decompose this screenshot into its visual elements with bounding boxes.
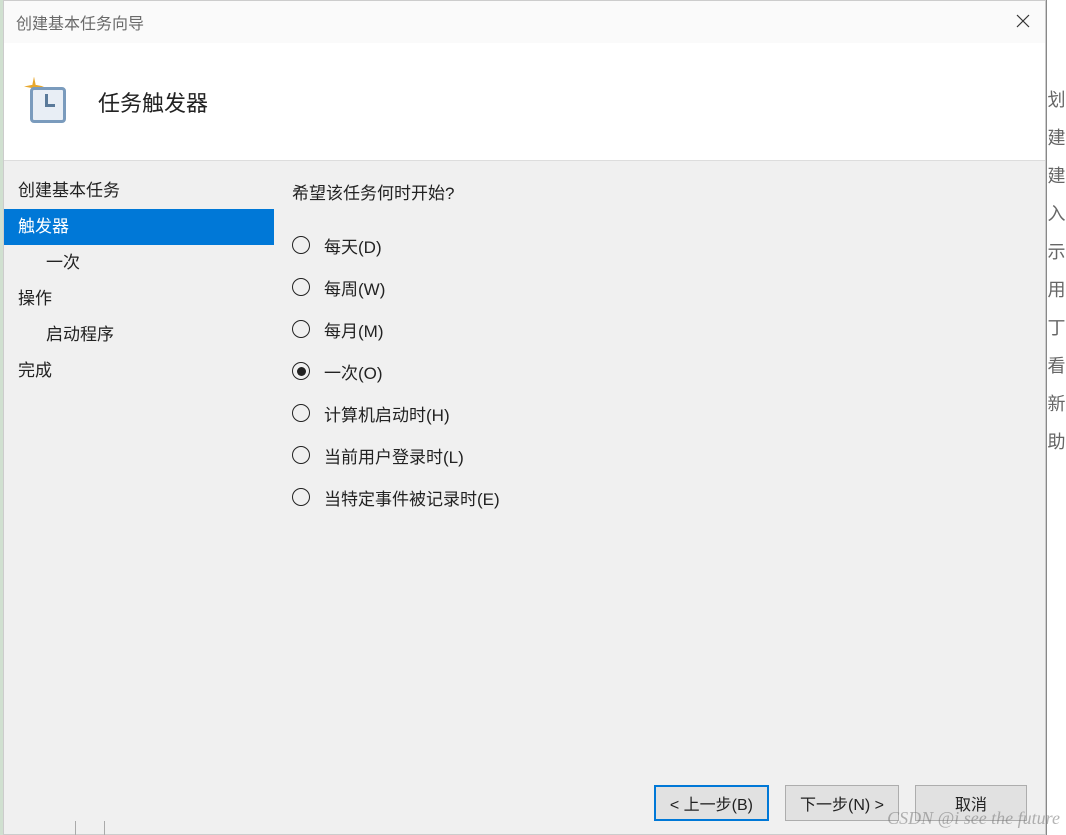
radio-icon — [292, 320, 310, 338]
option-label: 计算机启动时(H) — [324, 401, 450, 426]
option-label: 每天(D) — [324, 233, 382, 258]
wizard-dialog: 创建基本任务向导 任务触发器 创建基本任务触发器一次操作启动程序完成 希望该任务… — [3, 0, 1046, 835]
partial-text: 丁 — [1047, 308, 1066, 346]
titlebar: 创建基本任务向导 — [4, 1, 1045, 43]
close-button[interactable] — [1009, 9, 1037, 33]
close-icon — [1016, 14, 1030, 28]
partial-text: 入 — [1047, 194, 1066, 232]
trigger-option[interactable]: 每月(M) — [292, 308, 1029, 350]
trigger-option[interactable]: 一次(O) — [292, 350, 1029, 392]
window-title: 创建基本任务向导 — [16, 10, 144, 34]
option-label: 当特定事件被记录时(E) — [324, 485, 500, 510]
partial-text: 看 — [1047, 346, 1066, 384]
radio-icon — [292, 236, 310, 254]
option-label: 一次(O) — [324, 359, 383, 384]
task-scheduler-icon — [26, 79, 72, 125]
next-button[interactable]: 下一步(N) > — [785, 785, 899, 821]
partial-text: 用 — [1047, 270, 1066, 308]
ruler-tick — [75, 821, 105, 835]
trigger-options-group: 每天(D) 每周(W) 每月(M) 一次(O) 计算机启动时(H) 当前用户登录时(L) 当… — [292, 224, 1029, 518]
option-label: 当前用户登录时(L) — [324, 443, 464, 468]
partial-text: 建 — [1047, 118, 1066, 156]
partial-text: 助 — [1047, 422, 1066, 460]
background-panel-partial: 划建建入示用丁看新助 — [1046, 0, 1066, 835]
partial-text: 示 — [1047, 232, 1066, 270]
trigger-option[interactable]: 每天(D) — [292, 224, 1029, 266]
radio-icon — [292, 488, 310, 506]
wizard-step[interactable]: 操作 — [4, 281, 274, 317]
wizard-step[interactable]: 一次 — [4, 245, 274, 281]
partial-text: 新 — [1047, 384, 1066, 422]
trigger-option[interactable]: 计算机启动时(H) — [292, 392, 1029, 434]
wizard-steps-sidebar: 创建基本任务触发器一次操作启动程序完成 — [4, 161, 274, 772]
back-button[interactable]: < 上一步(B) — [654, 785, 769, 821]
radio-icon — [292, 446, 310, 464]
option-label: 每周(W) — [324, 275, 385, 300]
wizard-step[interactable]: 启动程序 — [4, 317, 274, 353]
cancel-button[interactable]: 取消 — [915, 785, 1027, 821]
wizard-step[interactable]: 触发器 — [4, 209, 274, 245]
radio-icon — [292, 362, 310, 380]
wizard-step[interactable]: 创建基本任务 — [4, 173, 274, 209]
partial-text: 划 — [1047, 80, 1066, 118]
trigger-option[interactable]: 当前用户登录时(L) — [292, 434, 1029, 476]
option-label: 每月(M) — [324, 317, 383, 342]
wizard-header: 任务触发器 — [4, 43, 1045, 161]
radio-icon — [292, 278, 310, 296]
wizard-content: 希望该任务何时开始? 每天(D) 每周(W) 每月(M) 一次(O) 计算机启动时(H)… — [274, 161, 1045, 772]
trigger-option[interactable]: 每周(W) — [292, 266, 1029, 308]
trigger-option[interactable]: 当特定事件被记录时(E) — [292, 476, 1029, 518]
radio-icon — [292, 404, 310, 422]
question-label: 希望该任务何时开始? — [292, 179, 1029, 204]
wizard-footer: < 上一步(B) 下一步(N) > 取消 — [4, 772, 1045, 834]
wizard-body: 创建基本任务触发器一次操作启动程序完成 希望该任务何时开始? 每天(D) 每周(W… — [4, 161, 1045, 772]
partial-text: 建 — [1047, 156, 1066, 194]
wizard-step[interactable]: 完成 — [4, 353, 274, 389]
page-title: 任务触发器 — [98, 86, 208, 118]
